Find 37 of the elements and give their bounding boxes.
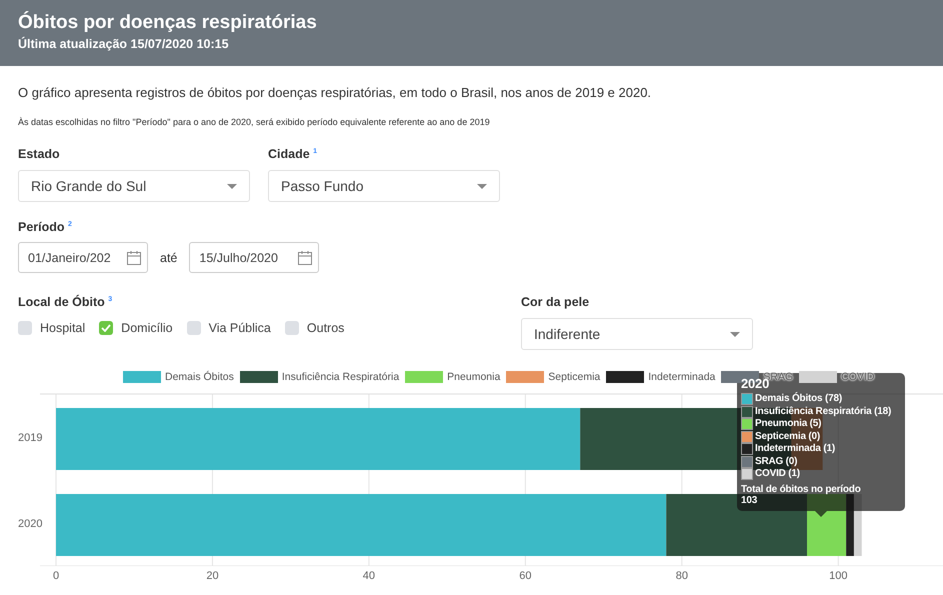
legend-label: COVID: [841, 371, 874, 383]
axis-tick-label: 60: [518, 570, 532, 582]
note-text: Às datas escolhidas no filtro "Período" para o ano de 2020, será exibido período equivalente referente ao ano de 2019: [18, 117, 491, 127]
checkbox-label: Domicílio: [121, 321, 173, 335]
checkbox-label: Outros: [306, 321, 344, 335]
legend-label: Insuficiência Respiratória: [282, 371, 400, 383]
field-label: Estado: [18, 147, 61, 161]
tooltip-label: Demais Óbitos (78): [755, 393, 842, 406]
tooltip-total-label: Total de óbitos no período: [741, 484, 862, 494]
legend-label: Septicemia: [548, 371, 600, 383]
checkbox-label: Hospital: [40, 321, 86, 335]
field-label: Local de Óbito $^{3}$: [18, 295, 114, 309]
legend-label: Indeterminada: [648, 371, 716, 383]
axis-label: 2020: [18, 518, 42, 530]
tooltip-label: COVID (1): [755, 468, 800, 480]
tooltip-label: Pneumonia (5): [755, 418, 822, 430]
field-label: Cidade $^{1}$: [268, 147, 318, 161]
legend-label: Demais Óbitos: [165, 371, 234, 383]
axis-tick-label: 80: [674, 570, 689, 582]
field-label: Período $^{2}$: [18, 220, 73, 234]
tooltip-label: Indeterminada (1): [755, 443, 835, 456]
axis-tick-label: 20: [205, 570, 220, 582]
tooltip-total-value: 103: [741, 494, 758, 506]
tooltip-label: Septicemia (0): [755, 430, 820, 443]
tooltip-label: SRAG (0): [755, 456, 798, 468]
legend-label: Pneumonia: [447, 371, 500, 383]
tooltip-label: Insuficiência Respiratória (18): [755, 406, 892, 418]
intro-text: O gráfico apresenta registros de óbitos por doenças respiratórias, em todo o Brasil, nos anos de 2019 e 2020.: [18, 85, 652, 100]
axis-tick-label: 0: [52, 570, 60, 582]
range-separator: até: [160, 250, 178, 264]
axis-tick-label: 100: [828, 570, 848, 582]
axis-tick-label: 40: [362, 570, 376, 582]
field-label: Cor da pele: [521, 295, 590, 309]
last-update-text: Última atualização 15/07/2020 10:15: [18, 37, 230, 51]
page-title: Óbitos por doenças respiratórias: [18, 12, 318, 34]
checkbox-label: Via Pública: [208, 321, 271, 335]
axis-label: 2019: [18, 432, 42, 444]
